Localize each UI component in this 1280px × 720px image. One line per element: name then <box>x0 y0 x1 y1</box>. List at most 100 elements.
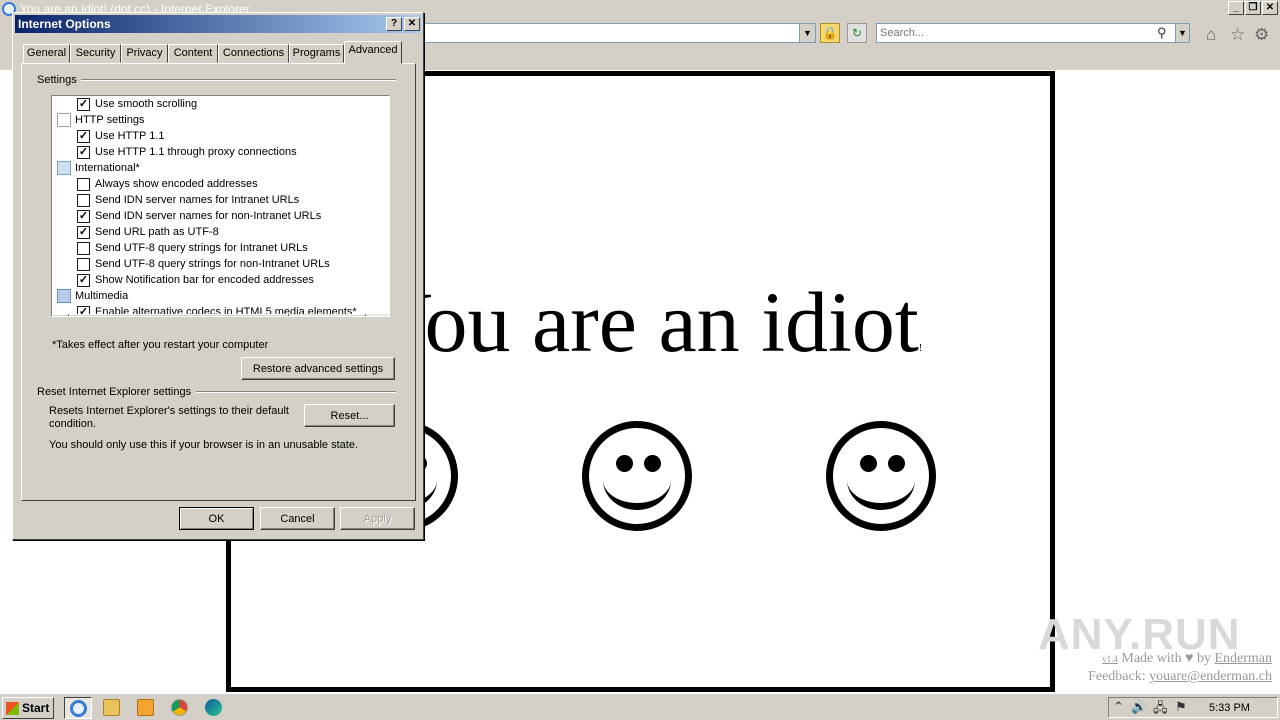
credits: v1.4 Made with ♥ by Enderman Feedback: y… <box>1088 650 1272 685</box>
close-browser-button[interactable]: ✕ <box>1262 1 1278 15</box>
dialog-titlebar[interactable]: Internet Options ? ✕ <box>15 15 421 33</box>
checkbox-unchecked[interactable] <box>77 258 90 271</box>
made-with-text: Made with <box>1121 651 1182 666</box>
setting-label: Use HTTP 1.1 through proxy connections <box>95 146 297 158</box>
headline: You are an idiot! <box>371 272 1050 372</box>
start-button[interactable]: Start <box>2 697 54 719</box>
refresh-icon[interactable]: ↻ <box>847 23 867 43</box>
checkbox-checked[interactable]: ✓ <box>77 274 90 287</box>
action-center-flag-icon[interactable]: ⚑ <box>1175 699 1187 715</box>
edge-icon <box>205 699 222 716</box>
taskbar-internet-explorer[interactable] <box>64 697 92 719</box>
setting-label: Send UTF-8 query strings for Intranet UR… <box>95 242 308 254</box>
internet-options-dialog: Internet Options ? ✕ General Security Pr… <box>12 12 424 540</box>
settings-group-label: Settings <box>37 74 81 86</box>
setting-label: Send UTF-8 query strings for non-Intrane… <box>95 258 330 270</box>
network-icon[interactable]: 🖧 <box>1153 699 1168 720</box>
ok-button[interactable]: OK <box>179 507 254 530</box>
close-dialog-button[interactable]: ✕ <box>404 17 420 31</box>
scroll-right-button[interactable]: ▶ <box>349 314 366 316</box>
reset-button[interactable]: Reset... <box>304 404 395 427</box>
tab-programs[interactable]: Programs <box>289 44 344 63</box>
smiley-face-icon <box>826 421 936 531</box>
feedback-email-link[interactable]: youare@enderman.ch <box>1149 669 1272 684</box>
checkbox-checked[interactable]: ✓ <box>77 146 90 159</box>
clock[interactable]: 5:33 PM <box>1209 702 1250 714</box>
file-explorer-icon <box>103 699 120 716</box>
dialog-title: Internet Options <box>18 17 111 31</box>
address-bar[interactable]: ▼ <box>420 23 816 43</box>
cancel-button[interactable]: Cancel <box>260 507 335 530</box>
taskbar-edge[interactable] <box>200 697 228 719</box>
settings-tree-list[interactable]: ✓ Use smooth scrolling HTTP settings ✓ Use H… <box>51 95 390 317</box>
restore-advanced-settings-button[interactable]: Restore advanced settings <box>241 357 395 380</box>
checkbox-checked[interactable]: ✓ <box>77 210 90 223</box>
horizontal-scroll-thumb[interactable] <box>69 314 289 316</box>
horizontal-scrollbar[interactable]: ◀ ▶ <box>52 314 389 316</box>
checkbox-checked[interactable]: ✓ <box>77 226 90 239</box>
multimedia-icon <box>57 289 71 303</box>
tab-content[interactable]: Content <box>168 44 218 63</box>
version-link[interactable]: v1.4 <box>1102 654 1118 664</box>
internet-explorer-icon <box>70 700 87 717</box>
restore-button[interactable]: ❐ <box>1245 1 1261 15</box>
tab-general[interactable]: General <box>23 44 70 63</box>
setting-label: HTTP settings <box>75 114 145 126</box>
setting-label: Send URL path as UTF-8 <box>95 226 219 238</box>
show-hidden-icons-icon[interactable]: ⌃ <box>1113 699 1124 715</box>
restart-note: *Takes effect after you restart your com… <box>52 339 269 351</box>
taskbar-media-player[interactable] <box>132 697 160 719</box>
search-box[interactable]: ⚲ ▼ <box>876 23 1190 43</box>
reset-description-line1: Resets Internet Explorer's settings to t… <box>49 405 289 417</box>
checkbox-unchecked[interactable] <box>77 178 90 191</box>
checkbox-unchecked[interactable] <box>77 194 90 207</box>
setting-label: Use smooth scrolling <box>95 98 198 110</box>
tab-connections[interactable]: Connections <box>218 44 289 63</box>
taskbar-file-explorer[interactable] <box>98 697 126 719</box>
apply-button[interactable]: Apply <box>340 507 415 530</box>
home-icon[interactable]: ⌂ <box>1206 25 1216 45</box>
reset-divider <box>196 391 396 393</box>
checkbox-checked[interactable]: ✓ <box>77 130 90 143</box>
taskbar-chrome[interactable] <box>166 697 194 719</box>
search-input[interactable] <box>880 26 1150 40</box>
by-text: by <box>1196 651 1211 666</box>
scroll-left-button[interactable]: ◀ <box>52 314 69 316</box>
setting-label: Send IDN server names for non-Intranet U… <box>95 210 322 222</box>
setting-label: International* <box>75 162 140 174</box>
help-button[interactable]: ? <box>386 17 402 31</box>
tab-advanced[interactable]: Advanced <box>344 41 402 64</box>
volume-icon[interactable]: 🔊 <box>1131 699 1147 715</box>
checkbox-checked[interactable]: ✓ <box>77 98 90 111</box>
minimize-button[interactable]: _ <box>1228 1 1244 15</box>
checkbox-unchecked[interactable] <box>77 242 90 255</box>
reset-group-label: Reset Internet Explorer settings <box>37 386 196 398</box>
setting-label: Use HTTP 1.1 <box>95 130 165 142</box>
media-player-icon <box>137 699 154 716</box>
setting-label: Send IDN server names for Intranet URLs <box>95 194 300 206</box>
start-label: Start <box>22 701 50 715</box>
windows-logo-icon <box>6 702 19 715</box>
reset-description-line2: condition. <box>49 418 97 430</box>
tab-privacy[interactable]: Privacy <box>121 44 168 63</box>
setting-label: Always show encoded addresses <box>95 178 258 190</box>
headline-text: You are an idiot <box>371 274 919 370</box>
page-icon <box>57 113 71 127</box>
address-dropdown-button[interactable]: ▼ <box>799 24 815 42</box>
system-tray: ⌃ 🔊 🖧 ⚑ 5:33 PM <box>1108 697 1278 718</box>
chrome-icon <box>171 699 188 716</box>
settings-divider <box>81 79 396 81</box>
favorites-star-icon[interactable]: ☆ <box>1230 25 1245 45</box>
search-icon[interactable]: ⚲ <box>1157 25 1167 41</box>
headline-exclamation: ! <box>918 343 923 354</box>
feedback-label: Feedback: <box>1088 669 1146 684</box>
reset-warning: You should only use this if your browser… <box>49 439 358 451</box>
search-dropdown-button[interactable]: ▼ <box>1175 24 1189 42</box>
taskbar: Start ⌃ 🔊 🖧 ⚑ 5:33 PM <box>0 693 1280 720</box>
smiley-face-icon <box>582 421 692 531</box>
heart-icon: ♥ <box>1185 651 1194 666</box>
tab-security[interactable]: Security <box>70 44 121 63</box>
author-link[interactable]: Enderman <box>1214 651 1272 666</box>
settings-gear-icon[interactable]: ⚙ <box>1254 25 1269 45</box>
lock-icon[interactable]: 🔒 <box>820 23 840 43</box>
